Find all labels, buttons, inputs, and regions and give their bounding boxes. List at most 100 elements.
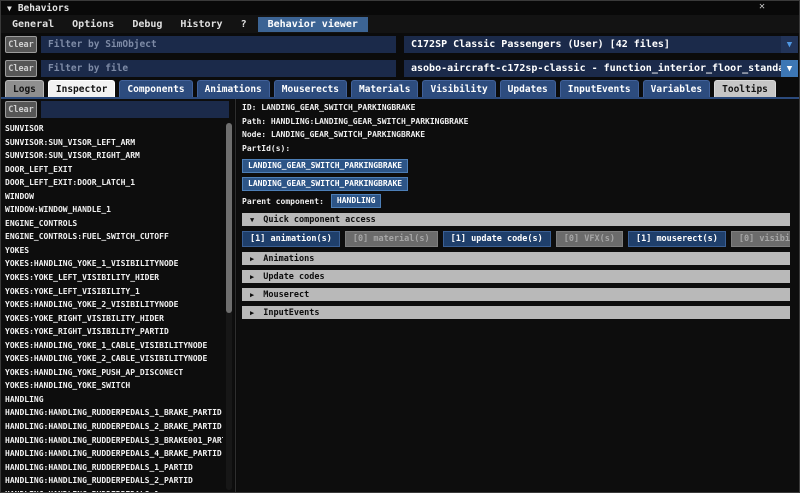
list-item[interactable]: YOKES [5,244,223,258]
title-bar: ▼ Behaviors ✕ [1,1,799,15]
list-item[interactable]: WINDOW:WINDOW_HANDLE_1 [5,203,223,217]
list-item[interactable]: HANDLING:HANDLING_RUDDERPEDALS_3_BRAKE00… [5,434,223,448]
window-title: Behaviors [17,2,70,14]
triangle-right-icon: ▶ [250,254,255,263]
menu-item-debug[interactable]: Debug [123,17,171,32]
detail-id-line: ID: LANDING_GEAR_SWITCH_PARKINGBRAKE [242,101,790,115]
list-item[interactable]: YOKES:YOKE_RIGHT_VISIBILITY_HIDER [5,312,223,326]
menu-item-[interactable]: ? [232,17,256,32]
detail-node-line: Node: LANDING_GEAR_SWITCH_PARKINGBRAKE [242,128,790,142]
list-item[interactable]: YOKES:HANDLING_YOKE_2_CABLE_VISIBILITYNO… [5,352,223,366]
menu-item-behavior-viewer[interactable]: Behavior viewer [257,16,368,32]
detail-partids-line: PartId(s): [242,142,790,156]
simobject-list-panel: Clear SUNVISOR SUNVISOR:SUN_VISOR_LEFT_AR… [1,99,234,492]
partid-chip[interactable]: LANDING_GEAR_SWITCH_PARKINGBRAKE [242,159,409,173]
list-item[interactable]: HANDLING:HANDLING_RUDDERPEDALS_1_BRAKE_P… [5,406,223,420]
tab-mouserects[interactable]: Mouserects [273,80,347,97]
id-label: ID: [242,103,257,112]
list-item[interactable]: YOKES:HANDLING_YOKE_2_VISIBILITYNODE [5,298,223,312]
section-label: Animations [263,253,315,264]
list-item[interactable]: WINDOW [5,190,223,204]
tab-variables[interactable]: Variables [642,80,711,97]
quick-component-access-header[interactable]: ▼ Quick component access [242,213,790,226]
list-item[interactable]: SUNVISOR:SUN_VISOR_LEFT_ARM [5,136,223,150]
list-item[interactable]: HANDLING:HANDLING_RUDDERPEDALS_2_PARTID [5,474,223,488]
clear-list-filter-button[interactable]: Clear [5,101,37,118]
triangle-right-icon: ▶ [250,290,255,299]
tab-tooltips[interactable]: Tooltips [714,80,776,97]
clear-file-filter-button[interactable]: Clear [5,60,37,77]
simobject-filter-input[interactable] [41,36,396,53]
close-icon[interactable]: ✕ [759,1,765,12]
list-item[interactable]: YOKES:HANDLING_YOKE_1_CABLE_VISIBILITYNO… [5,339,223,353]
quick-access-button-1-mouserect-s[interactable]: [1] mouserect(s) [627,231,726,247]
node-label: Node: [242,130,267,139]
list-item[interactable]: YOKES:YOKE_RIGHT_VISIBILITY_PARTID [5,325,223,339]
section-label: InputEvents [263,307,320,318]
list-item[interactable]: YOKES:HANDLING_YOKE_PUSH_AP_DISCONECT [5,366,223,380]
list-item[interactable]: HANDLING:HANDLING_RUDDERPEDALS_2_BRAKE_P… [5,420,223,434]
behavior-node-list: SUNVISOR SUNVISOR:SUN_VISOR_LEFT_ARM SUNVI… [5,122,223,492]
quick-access-button-0-vfx-s: [0] VFX(s) [555,231,623,247]
list-item[interactable]: YOKES:HANDLING_YOKE_SWITCH [5,379,223,393]
menu-item-general[interactable]: General [3,17,63,32]
tab-updates[interactable]: Updates [499,80,556,97]
path-value: HANDLING:LANDING_GEAR_SWITCH_PARKINGBRAK… [270,116,469,126]
panel-divider [235,99,236,492]
id-value: LANDING_GEAR_SWITCH_PARKINGBRAKE [261,103,416,112]
quick-access-button-row: [1] animation(s) [0] material(s) [1] updat… [242,231,790,247]
simobject-dropdown[interactable]: C172SP Classic Passengers (User) [42 fil… [404,36,798,53]
triangle-right-icon: ▶ [250,308,255,317]
quick-access-button-1-animation-s[interactable]: [1] animation(s) [242,231,340,247]
list-item[interactable]: YOKES:YOKE_LEFT_VISIBILITY_HIDER [5,271,223,285]
tab-inputevents[interactable]: InputEvents [559,80,639,97]
parent-component-chip[interactable]: HANDLING [330,194,382,208]
list-item[interactable]: SUNVISOR [5,122,223,136]
quick-access-button-1-update-code-s[interactable]: [1] update code(s) [442,231,551,247]
list-filter-input[interactable] [41,101,229,118]
list-item[interactable]: DOOR_LEFT_EXIT:DOOR_LATCH_1 [5,176,223,190]
collapse-icon[interactable]: ▼ [7,4,12,13]
detail-path-line: Path: HANDLING:LANDING_GEAR_SWITCH_PARKI… [242,115,790,129]
tab-animations[interactable]: Animations [196,80,270,97]
tab-materials[interactable]: Materials [350,80,419,97]
section-header-update-codes[interactable]: ▶ Update codes [242,270,790,283]
menu-item-options[interactable]: Options [63,17,123,32]
menu-item-history[interactable]: History [171,17,231,32]
chevron-down-icon[interactable]: ▼ [781,36,798,53]
section-header-animations[interactable]: ▶ Animations [242,252,790,265]
partids-label: PartId(s): [242,143,291,153]
file-filter-input[interactable] [41,60,396,77]
list-item[interactable]: SUNVISOR:SUN_VISOR_RIGHT_ARM [5,149,223,163]
list-item[interactable]: HANDLING:HANDLING_RUDDERPEDALS_1 [5,488,223,492]
section-header-inputevents[interactable]: ▶ InputEvents [242,306,790,319]
tab-logs[interactable]: Logs [5,80,44,97]
list-item[interactable]: HANDLING:HANDLING_RUDDERPEDALS_1_PARTID [5,461,223,475]
partid-chip[interactable]: LANDING_GEAR_SWITCH_PARKINGBRAKE [242,177,409,191]
list-item[interactable]: ENGINE_CONTROLS [5,217,223,231]
triangle-right-icon: ▶ [250,272,255,281]
collapsed-sections: ▶ Animations ▶ Update codes ▶ Mouserect ▶ Input… [242,252,790,319]
behaviors-window: ▼ Behaviors ✕ General Options Debug History… [0,0,800,493]
chevron-down-icon[interactable]: ▼ [781,60,798,77]
list-item[interactable]: YOKES:YOKE_LEFT_VISIBILITY_1 [5,285,223,299]
section-label: Mouserect [263,289,310,300]
simobject-filter-row: Clear C172SP Classic Passengers (User) [… [1,36,799,53]
tab-visibility[interactable]: Visibility [422,80,496,97]
file-dropdown[interactable]: asobo-aircraft-c172sp-classic - function… [404,60,798,77]
tab-inspector[interactable]: Inspector [47,80,116,97]
path-label: Path: [242,116,267,126]
file-filter-row: Clear asobo-aircraft-c172sp-classic - fu… [1,60,799,77]
list-item[interactable]: HANDLING [5,393,223,407]
file-dropdown-value: asobo-aircraft-c172sp-classic - function… [411,63,781,74]
simobject-dropdown-value: C172SP Classic Passengers (User) [42 fil… [411,39,670,50]
list-item[interactable]: DOOR_LEFT_EXIT [5,163,223,177]
parent-component-row: Parent component: HANDLING [242,194,790,208]
list-item[interactable]: HANDLING:HANDLING_RUDDERPEDALS_4_BRAKE_P… [5,447,223,461]
tab-components[interactable]: Components [119,80,193,97]
section-header-mouserect[interactable]: ▶ Mouserect [242,288,790,301]
list-item[interactable]: YOKES:HANDLING_YOKE_1_VISIBILITYNODE [5,257,223,271]
list-item[interactable]: ENGINE_CONTROLS:FUEL_SWITCH_CUTOFF [5,230,223,244]
list-scrollbar-thumb[interactable] [226,123,232,313]
clear-simobject-filter-button[interactable]: Clear [5,36,37,53]
